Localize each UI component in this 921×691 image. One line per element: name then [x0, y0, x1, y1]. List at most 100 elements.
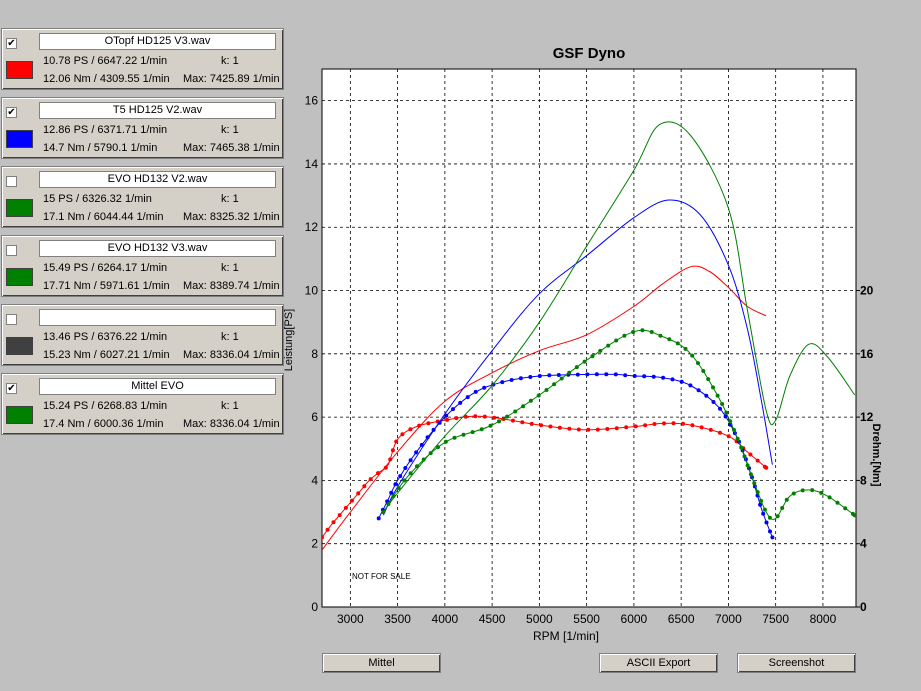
y-right-tick-label: 12 — [860, 410, 874, 424]
series-torque-point — [505, 414, 510, 419]
series-torque-point — [528, 398, 533, 403]
series-torque-point — [642, 374, 647, 379]
y-right-tick-label: 8 — [860, 473, 867, 487]
series-torque-point — [701, 369, 706, 373]
x-tick-label: 4000 — [432, 612, 459, 626]
series-torque-point — [473, 389, 478, 394]
series-torque-point — [632, 374, 637, 378]
series-torque-point — [403, 466, 408, 470]
x-axis-label: RPM [1/min] — [533, 629, 599, 643]
series-torque-point — [394, 439, 399, 444]
series-torque-point — [520, 420, 525, 425]
series-torque-point — [696, 361, 700, 366]
series-torque-point — [688, 383, 693, 388]
series-torque-point — [606, 343, 611, 348]
series-torque-point — [528, 375, 533, 379]
x-tick-label: 5000 — [526, 612, 553, 626]
series-torque-point — [810, 488, 815, 493]
series-torque-point — [675, 341, 680, 346]
series-torque-point — [548, 424, 553, 429]
series-torque-point — [465, 395, 470, 400]
series-torque-point — [574, 365, 579, 370]
series-torque-point — [461, 432, 466, 437]
series-torque-point — [386, 502, 391, 506]
series-torque-point — [454, 416, 459, 421]
series-torque-point — [408, 458, 413, 463]
series-torque-point — [604, 372, 609, 377]
series-torque-point — [552, 382, 557, 387]
series-torque-point — [482, 414, 487, 419]
series-torque-point — [614, 426, 619, 431]
series-torque-point — [547, 373, 552, 378]
series-torque-point — [843, 506, 848, 511]
series-torque-point — [690, 423, 695, 428]
y-left-tick-label: 6 — [311, 410, 318, 424]
series-torque-point — [742, 454, 747, 459]
series-torque-point — [671, 421, 676, 426]
series-torque-point — [726, 434, 731, 439]
series-torque-point — [482, 385, 487, 390]
series-torque-point — [559, 376, 564, 381]
series-torque-point — [651, 374, 656, 379]
x-tick-label: 7500 — [762, 612, 789, 626]
series-torque-point — [337, 513, 342, 518]
series-torque-point — [827, 495, 832, 500]
series-torque-point — [458, 400, 463, 405]
screenshot-button[interactable]: Screenshot — [737, 653, 856, 673]
series-torque-point — [739, 445, 744, 450]
series-torque-point — [586, 427, 591, 432]
x-tick-label: 7000 — [715, 612, 742, 626]
series-torque-point — [670, 377, 675, 382]
series-torque-point — [614, 338, 619, 343]
series-torque-point — [728, 419, 733, 424]
series-torque-point — [529, 421, 534, 426]
series-torque-point — [539, 423, 544, 428]
series-torque-point — [708, 427, 713, 432]
series-torque-point — [473, 414, 478, 419]
series-torque-point — [479, 427, 484, 432]
series-torque-point — [398, 474, 403, 479]
x-tick-label: 6000 — [621, 612, 648, 626]
series-torque-point — [681, 421, 685, 426]
series-torque-point — [613, 372, 618, 377]
series-torque-point — [640, 328, 645, 333]
series-torque-point — [590, 354, 595, 359]
series-torque-point — [759, 498, 764, 503]
x-tick-label: 3000 — [337, 612, 364, 626]
series-torque-point — [350, 498, 354, 503]
series-torque-point — [356, 491, 361, 496]
series-torque-point — [393, 482, 398, 487]
mittel-button[interactable]: Mittel — [322, 653, 441, 673]
series-torque-point — [819, 490, 824, 495]
series-torque-point — [598, 348, 603, 353]
series-torque-point — [419, 442, 424, 447]
series-torque-point — [683, 346, 688, 351]
series-torque-point — [755, 490, 760, 495]
series-torque-point — [376, 516, 381, 521]
series-torque-point — [699, 425, 704, 430]
series-torque-point — [470, 430, 475, 435]
series-torque-point — [661, 375, 666, 380]
series-torque-point — [368, 477, 373, 482]
x-tick-label: 5500 — [573, 612, 600, 626]
series-torque-point — [408, 427, 413, 432]
series-torque-point — [761, 511, 766, 516]
series-torque-point — [331, 520, 336, 525]
series-torque-point — [575, 372, 580, 377]
series-torque-point — [425, 435, 430, 440]
watermark-text: NOT FOR SALE — [352, 572, 411, 581]
ascii-export-button[interactable]: ASCII Export — [599, 653, 718, 673]
series-torque-point — [724, 410, 729, 415]
series-torque-point — [780, 506, 785, 510]
series-torque-point — [732, 427, 736, 432]
series-torque-point — [784, 497, 789, 502]
series-torque-point — [325, 527, 330, 532]
series-torque-point — [500, 380, 505, 385]
series-torque-point — [511, 418, 515, 423]
series-torque-point — [595, 427, 600, 432]
series-torque-point — [658, 333, 663, 338]
series-torque-point — [706, 377, 711, 382]
series-torque-point — [764, 465, 769, 470]
series-torque-point — [376, 471, 380, 476]
series-torque-point — [717, 430, 722, 435]
